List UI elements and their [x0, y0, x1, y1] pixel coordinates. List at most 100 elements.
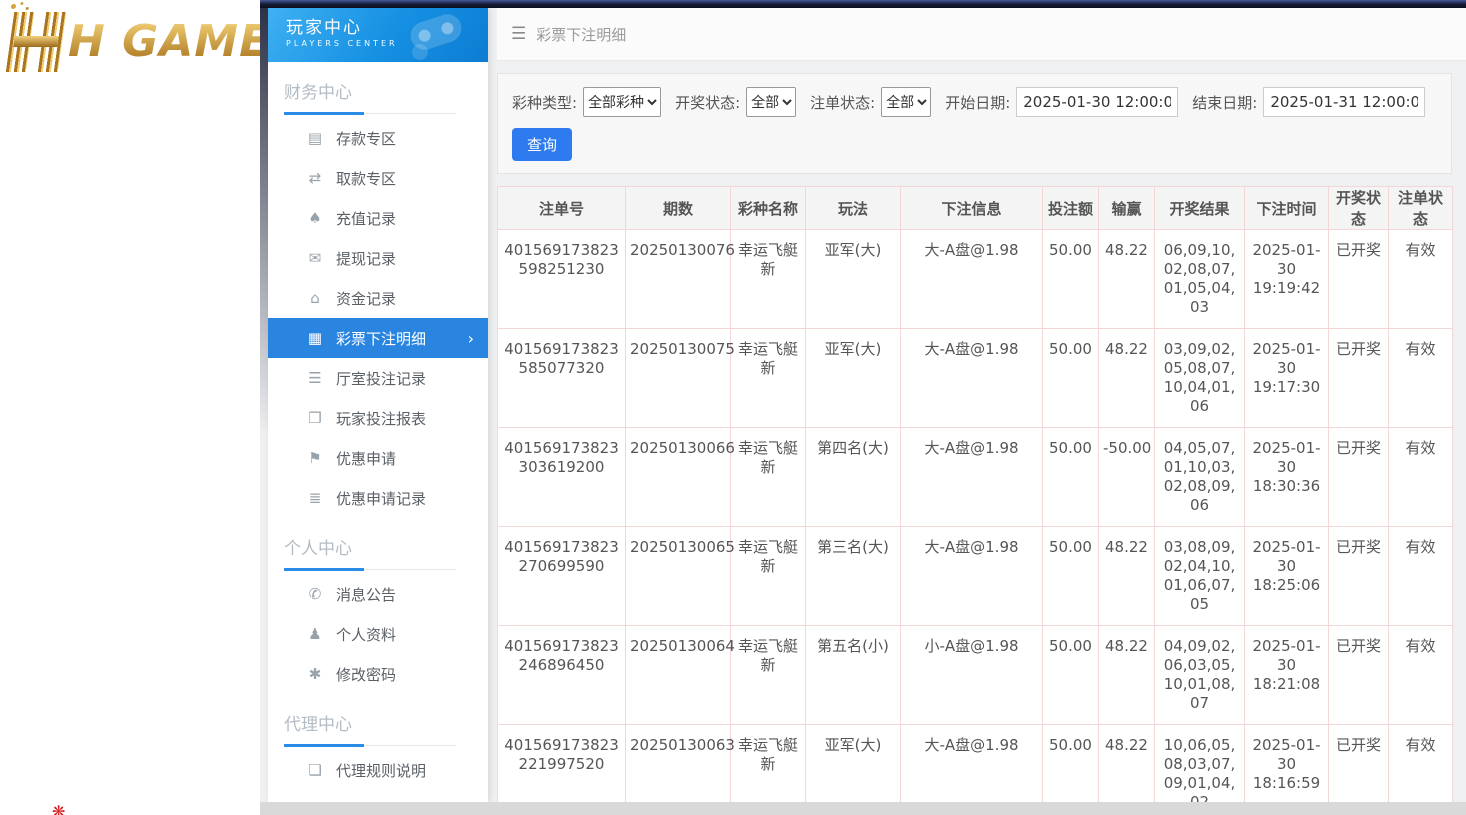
column-header: 下注信息: [901, 187, 1043, 230]
column-header: 期数: [626, 187, 731, 230]
sidebar-item-funds-records[interactable]: ⌂资金记录: [268, 278, 488, 318]
table-cell: 48.22: [1099, 329, 1155, 428]
sidebar-item-lottery-bet-details[interactable]: ▦彩票下注明细›: [268, 318, 488, 358]
table-cell: 大-A盘@1.98: [901, 329, 1043, 428]
column-header: 投注额: [1043, 187, 1099, 230]
table-cell: 亚军(大): [806, 725, 901, 803]
order-status-select[interactable]: 全部: [881, 87, 931, 117]
column-header: 开奖状态: [1329, 187, 1389, 230]
sidebar-item-label: 优惠申请记录: [336, 488, 426, 509]
table-cell: 亚军(大): [806, 230, 901, 329]
bet-row: 40156917382358507732020250130075幸运飞艇新亚军(…: [498, 329, 1453, 428]
table-cell: 50.00: [1043, 230, 1099, 329]
sidebar-item-agent-rules[interactable]: ❏代理规则说明: [268, 750, 488, 790]
table-cell: 48.22: [1099, 230, 1155, 329]
left-logo-panel: H GAME ❋: [0, 0, 260, 815]
section-title: 代理中心: [268, 694, 488, 743]
table-cell: 已开奖: [1329, 428, 1389, 527]
column-header: 注单号: [498, 187, 626, 230]
table-cell: 第五名(小): [806, 626, 901, 725]
sidebar-item-withdrawal-records[interactable]: ✉ 提现记录: [268, 238, 488, 278]
table-cell: 48.22: [1099, 527, 1155, 626]
table-cell: 401569173823303619200: [498, 428, 626, 527]
column-header: 开奖结果: [1155, 187, 1245, 230]
filter-panel: 彩种类型: 全部彩种 开奖状态: 全部 注单状态: 全部 开始日期:: [497, 73, 1452, 174]
hamburger-menu-icon[interactable]: ☰: [511, 24, 526, 44]
table-cell: 20250130063: [626, 725, 731, 803]
sidebar-item-promo-apply[interactable]: ⚑优惠申请: [268, 438, 488, 478]
table-cell: 50.00: [1043, 428, 1099, 527]
cash-envelope-icon: ✉: [305, 249, 325, 267]
sidebar-item-announcements[interactable]: ✆消息公告: [268, 574, 488, 614]
draw-status-select[interactable]: 全部: [746, 87, 796, 117]
table-cell: 2025-01-30 19:17:30: [1245, 329, 1329, 428]
draw-status-label: 开奖状态:: [675, 92, 740, 113]
table-cell: 幸运飞艇新: [731, 527, 806, 626]
bet-row: 40156917382327069959020250130065幸运飞艇新第三名…: [498, 527, 1453, 626]
main-area: ☰ 彩票下注明细 彩种类型: 全部彩种 开奖状态: 全部 注单状: [497, 8, 1466, 802]
announcement-bell-icon: ✆: [305, 585, 325, 603]
start-date-label: 开始日期:: [945, 92, 1010, 113]
left-dark-strip: [260, 8, 268, 438]
table-cell: 48.22: [1099, 725, 1155, 803]
funds-bank-icon: ⌂: [305, 289, 325, 307]
money-bag-icon: ♠: [305, 209, 325, 227]
sidebar-item-label: 彩票下注明细: [336, 328, 426, 349]
page: H GAME ❋ 玩家中心 PLAYERS CENTER 财务中心▤存款专区⇄取…: [0, 0, 1466, 815]
sidebar-header: 玩家中心 PLAYERS CENTER: [268, 8, 488, 62]
table-cell: -50.00: [1099, 428, 1155, 527]
promo-flag-icon: ⚑: [305, 449, 325, 467]
sidebar-item-hall-bet-records[interactable]: ☰厅室投注记录: [268, 358, 488, 398]
sidebar-item-promo-apply-records[interactable]: ≣ 优惠申请记录: [268, 478, 488, 518]
table-cell: 第四名(大): [806, 428, 901, 527]
sidebar-item-recharge-records[interactable]: ♠ 充值记录: [268, 198, 488, 238]
table-cell: 大-A盘@1.98: [901, 527, 1043, 626]
bets-table: 注单号期数彩种名称玩法下注信息投注额输赢开奖结果下注时间开奖状态注单状态 401…: [497, 186, 1453, 802]
sidebar-item-profile[interactable]: ♟个人资料: [268, 614, 488, 654]
table-cell: 50.00: [1043, 626, 1099, 725]
table-cell: 2025-01-30 18:30:36: [1245, 428, 1329, 527]
sidebar-item-label: 玩家投注报表: [336, 408, 426, 429]
end-date-input[interactable]: [1263, 87, 1425, 117]
sidebar-sections: 财务中心▤存款专区⇄取款专区♠充值记录✉提现记录⌂资金记录▦彩票下注明细›☰厅室…: [268, 62, 488, 802]
table-cell: 小-A盘@1.98: [901, 626, 1043, 725]
lottery-type-select[interactable]: 全部彩种: [583, 87, 661, 117]
app-region: 玩家中心 PLAYERS CENTER 财务中心▤存款专区⇄取款专区♠充值记录✉…: [260, 0, 1466, 815]
document-icon: ❏: [305, 761, 325, 779]
table-cell: 401569173823598251230: [498, 230, 626, 329]
sidebar-item-change-password[interactable]: ✱修改密码: [268, 654, 488, 694]
table-cell: 04,05,07,01,10,03,02,08,09,06: [1155, 428, 1245, 527]
table-cell: 有效: [1389, 428, 1453, 527]
sidebar-item-deposit-zone[interactable]: ▤存款专区: [268, 118, 488, 158]
table-cell: 有效: [1389, 626, 1453, 725]
table-cell: 2025-01-30 18:25:06: [1245, 527, 1329, 626]
promo-records-icon: ≣: [305, 489, 325, 507]
lottery-type-label: 彩种类型:: [512, 92, 577, 113]
sidebar-item-label: 提现记录: [336, 248, 396, 269]
sidebar-item-label: 充值记录: [336, 208, 396, 229]
table-cell: 10,06,05,08,03,07,09,01,04,02: [1155, 725, 1245, 803]
table-cell: 20250130065: [626, 527, 731, 626]
section-underline: [284, 743, 456, 746]
column-header: 下注时间: [1245, 187, 1329, 230]
sidebar-item-player-bet-report[interactable]: ❒玩家投注报表: [268, 398, 488, 438]
table-cell: 有效: [1389, 725, 1453, 803]
table-cell: 20250130066: [626, 428, 731, 527]
start-date-input[interactable]: [1016, 87, 1178, 117]
order-status-label: 注单状态:: [810, 92, 875, 113]
sidebar-item-label: 存款专区: [336, 128, 396, 149]
query-button[interactable]: 查询: [512, 128, 572, 161]
table-header-row: 注单号期数彩种名称玩法下注信息投注额输赢开奖结果下注时间开奖状态注单状态: [498, 187, 1453, 230]
sidebar-item-withdraw-zone[interactable]: ⇄取款专区: [268, 158, 488, 198]
sidebar-item-agent-team-stats[interactable]: ❐代理团队统计: [268, 790, 488, 802]
table-cell: 第三名(大): [806, 527, 901, 626]
table-cell: 2025-01-30 18:16:59: [1245, 725, 1329, 803]
table-cell: 幸运飞艇新: [731, 329, 806, 428]
table-cell: 大-A盘@1.98: [901, 428, 1043, 527]
bet-row: 40156917382324689645020250130064幸运飞艇新第五名…: [498, 626, 1453, 725]
table-cell: 大-A盘@1.98: [901, 725, 1043, 803]
table-cell: 20250130075: [626, 329, 731, 428]
page-title: 彩票下注明细: [536, 24, 626, 45]
sidebar-item-label: 取款专区: [336, 168, 396, 189]
table-cell: 幸运飞艇新: [731, 428, 806, 527]
